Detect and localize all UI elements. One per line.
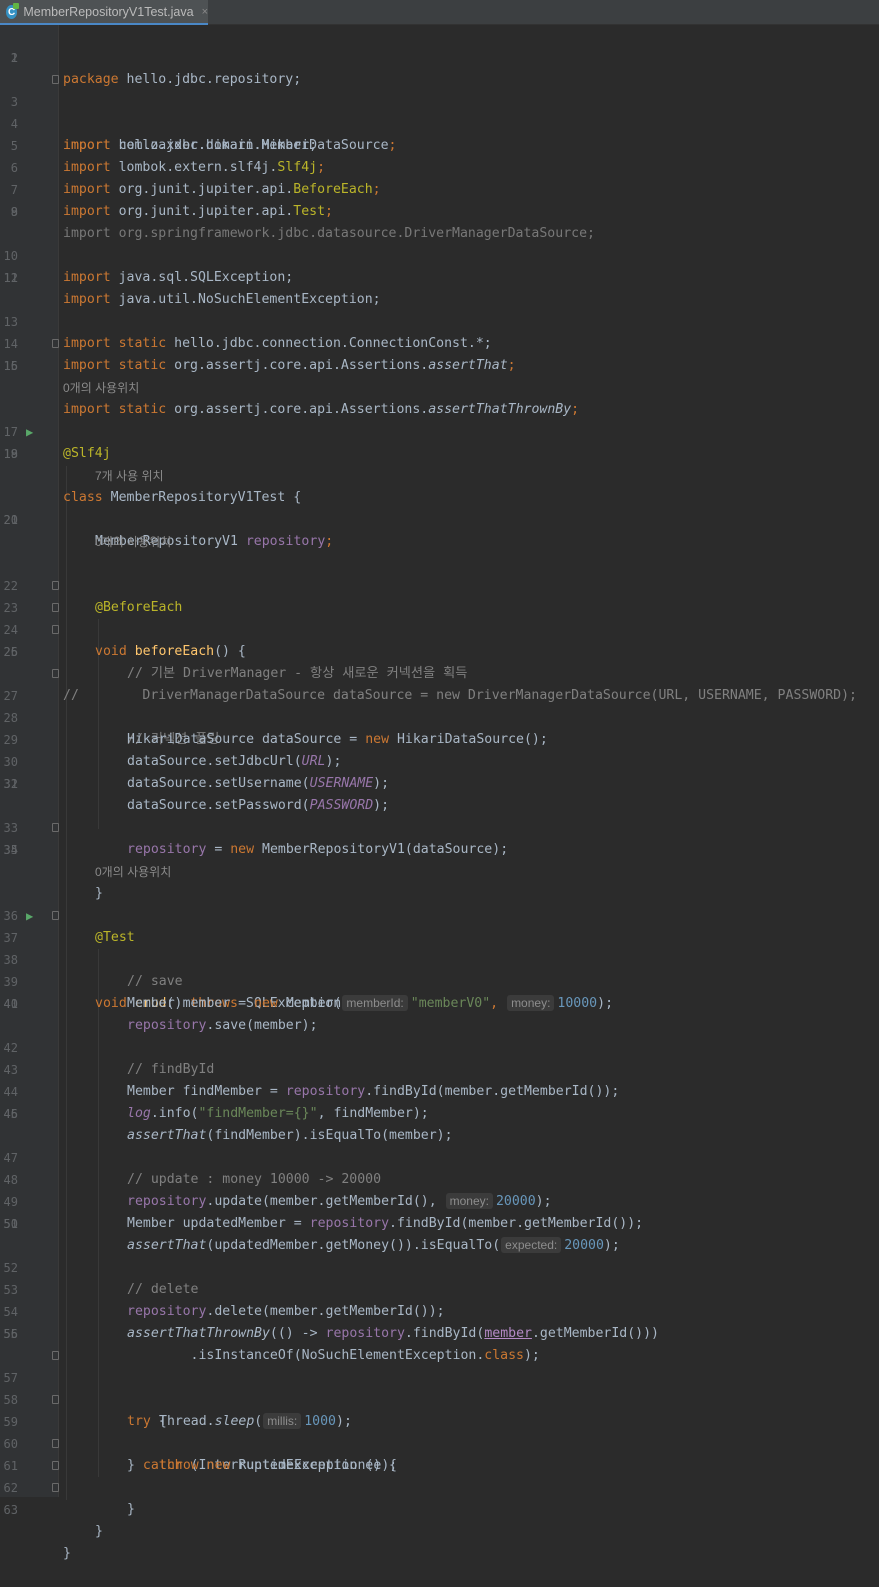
- code-line: 21: [3, 513, 18, 527]
- code-line: 1 package hello.jdbc.repository;: [0, 25, 879, 87]
- code-line: 2: [10, 51, 18, 65]
- code-line: 19: [3, 447, 18, 461]
- code-line: 63 }: [0, 1477, 879, 1561]
- code-line: 10 import java.sql.SQLException;: [3, 249, 294, 285]
- code-line: 33 repository = new MemberRepositoryV1(d…: [3, 821, 509, 857]
- fold-marker-icon[interactable]: [52, 339, 59, 348]
- code-line: 6 import org.junit.jupiter.api.BeforeEac…: [10, 161, 381, 197]
- code-line: 11 import java.util.NoSuchElementExcepti…: [3, 271, 381, 307]
- fold-marker-icon[interactable]: [52, 1351, 59, 1360]
- code-line: 26: [3, 645, 18, 659]
- code-line: 31 dataSource.setPassword(PASSWORD);: [3, 777, 390, 813]
- code-line: 16: [3, 359, 18, 373]
- code-editor[interactable]: 1 package hello.jdbc.repository; 2 3 imp…: [0, 25, 879, 1561]
- fold-marker-icon[interactable]: [52, 1439, 59, 1448]
- code-line: 17 @Slf4j: [3, 425, 111, 461]
- code-line: 53 repository.delete(member.getMemberId(…: [3, 1283, 445, 1319]
- run-test-icon[interactable]: ▶: [26, 909, 40, 923]
- fold-marker-icon[interactable]: [52, 581, 59, 590]
- fold-marker-icon[interactable]: [52, 823, 59, 832]
- fold-marker-icon[interactable]: [52, 1461, 59, 1470]
- code-line: 40 repository.save(member);: [3, 997, 318, 1033]
- code-line: 12: [3, 271, 18, 285]
- code-line: 13 import static hello.jdbc.connection.C…: [3, 315, 492, 351]
- code-line: 20 MemberRepositoryV1 repository;: [3, 513, 334, 549]
- code-line: 52 // delete: [3, 1261, 199, 1297]
- code-line: 42 // findById: [3, 1041, 215, 1077]
- editor-tab-bar: C MemberRepositoryV1Test.java ×: [0, 0, 879, 25]
- code-line: 43 Member findMember = repository.findBy…: [3, 1063, 620, 1099]
- code-line: 58 Thread.sleep(millis: 1000);: [3, 1393, 352, 1429]
- usage-hint[interactable]: 0개의 사용위치: [63, 377, 139, 399]
- fold-marker-icon[interactable]: [52, 669, 59, 678]
- code-line: 34 }: [0, 817, 879, 901]
- code-line: 56: [3, 1327, 18, 1341]
- code-line: 39 Member member = new Member(memberId: "…: [3, 975, 614, 1011]
- code-line: 23 void beforeEach() {: [0, 575, 879, 659]
- usage-hint[interactable]: 0개의 사용위치: [95, 531, 171, 553]
- code-line: 8 import org.springframework.jdbc.dataso…: [10, 205, 595, 241]
- code-line: 37 ▶ void crud() throws SQLException {: [3, 909, 358, 1011]
- run-test-icon[interactable]: ▶: [26, 425, 40, 439]
- code-line: 18 ▶ class MemberRepositoryV1Test {: [3, 425, 302, 505]
- code-line: 15 import static org.assertj.core.api.As…: [0, 333, 879, 417]
- code-line: 29 dataSource.setJdbcUrl(URL);: [3, 733, 342, 769]
- code-line: 24 // 기본 DriverManager - 항상 새로운 커넥션을 획득: [0, 597, 879, 681]
- code-line: 50 assertThat(updatedMember.getMoney()).…: [3, 1217, 620, 1253]
- code-line: 30 dataSource.setUsername(USERNAME);: [3, 755, 390, 791]
- fold-marker-icon[interactable]: [52, 603, 59, 612]
- fold-marker-icon[interactable]: [52, 1483, 59, 1492]
- code-line: 7 import org.junit.jupiter.api.Test;: [10, 183, 333, 219]
- code-line: 46: [3, 1107, 18, 1121]
- code-line: 47 // update : money 10000 -> 20000: [3, 1151, 382, 1187]
- code-line: 59 } catch (InterruptedException e) {: [0, 1389, 879, 1473]
- code-line: 44 log.info("findMember={}", findMember)…: [3, 1085, 429, 1121]
- fold-marker-icon[interactable]: [52, 1395, 59, 1404]
- code-line: 48 repository.update(member.getMemberId(…: [3, 1173, 552, 1209]
- code-line: 51: [3, 1217, 18, 1231]
- code-line: 36 @Test: [3, 909, 135, 945]
- code-line: 4 import hello.jdbc.domain.Member;: [10, 117, 318, 153]
- code-line: 61 }: [0, 1433, 879, 1517]
- close-tab-icon[interactable]: ×: [202, 6, 208, 18]
- code-line: 49 Member updatedMember = repository.fin…: [3, 1195, 644, 1231]
- code-line: 54 assertThatThrownBy(() -> repository.f…: [3, 1305, 659, 1341]
- code-line: 22 @BeforeEach: [3, 579, 183, 615]
- fold-marker-icon[interactable]: [52, 911, 59, 920]
- code-line: 45 assertThat(findMember).isEqualTo(memb…: [3, 1107, 453, 1143]
- java-class-icon: C: [6, 3, 20, 19]
- code-line: 38 // save: [3, 953, 183, 989]
- code-line: 55 .isInstanceOf(NoSuchElementException.…: [3, 1327, 540, 1363]
- code-line: 27 // 커넥션 풀링: [0, 663, 879, 747]
- code-line: 32: [3, 777, 18, 791]
- code-line: 5 import lombok.extern.slf4j.Slf4j;: [10, 139, 326, 175]
- code-line: 62 }: [0, 1455, 879, 1539]
- code-line: 3 import com.zaxxer.hikari.HikariDataSou…: [0, 69, 879, 153]
- usage-hint[interactable]: 7개 사용 위치: [95, 465, 164, 487]
- code-line: 9: [10, 205, 18, 219]
- fold-marker-icon[interactable]: [52, 625, 59, 634]
- code-line: 57 try {: [0, 1345, 879, 1429]
- code-line: 60 throw new RuntimeException(e);: [3, 1437, 398, 1473]
- code-line: 28 HikariDataSource dataSource = new Hik…: [3, 711, 548, 747]
- usage-hint[interactable]: 0개의 사용위치: [95, 861, 171, 883]
- fold-marker-icon[interactable]: [52, 75, 59, 84]
- code-line: 35: [3, 843, 18, 857]
- editor-tab-member-repository-v1-test[interactable]: C MemberRepositoryV1Test.java ×: [0, 0, 208, 25]
- code-line: 14 import static org.assertj.core.api.As…: [3, 337, 516, 373]
- tab-filename: MemberRepositoryV1Test.java: [23, 5, 194, 19]
- code-line: 25 // DriverManagerDataSource dataSource…: [0, 619, 879, 703]
- code-line: 41: [3, 997, 18, 1011]
